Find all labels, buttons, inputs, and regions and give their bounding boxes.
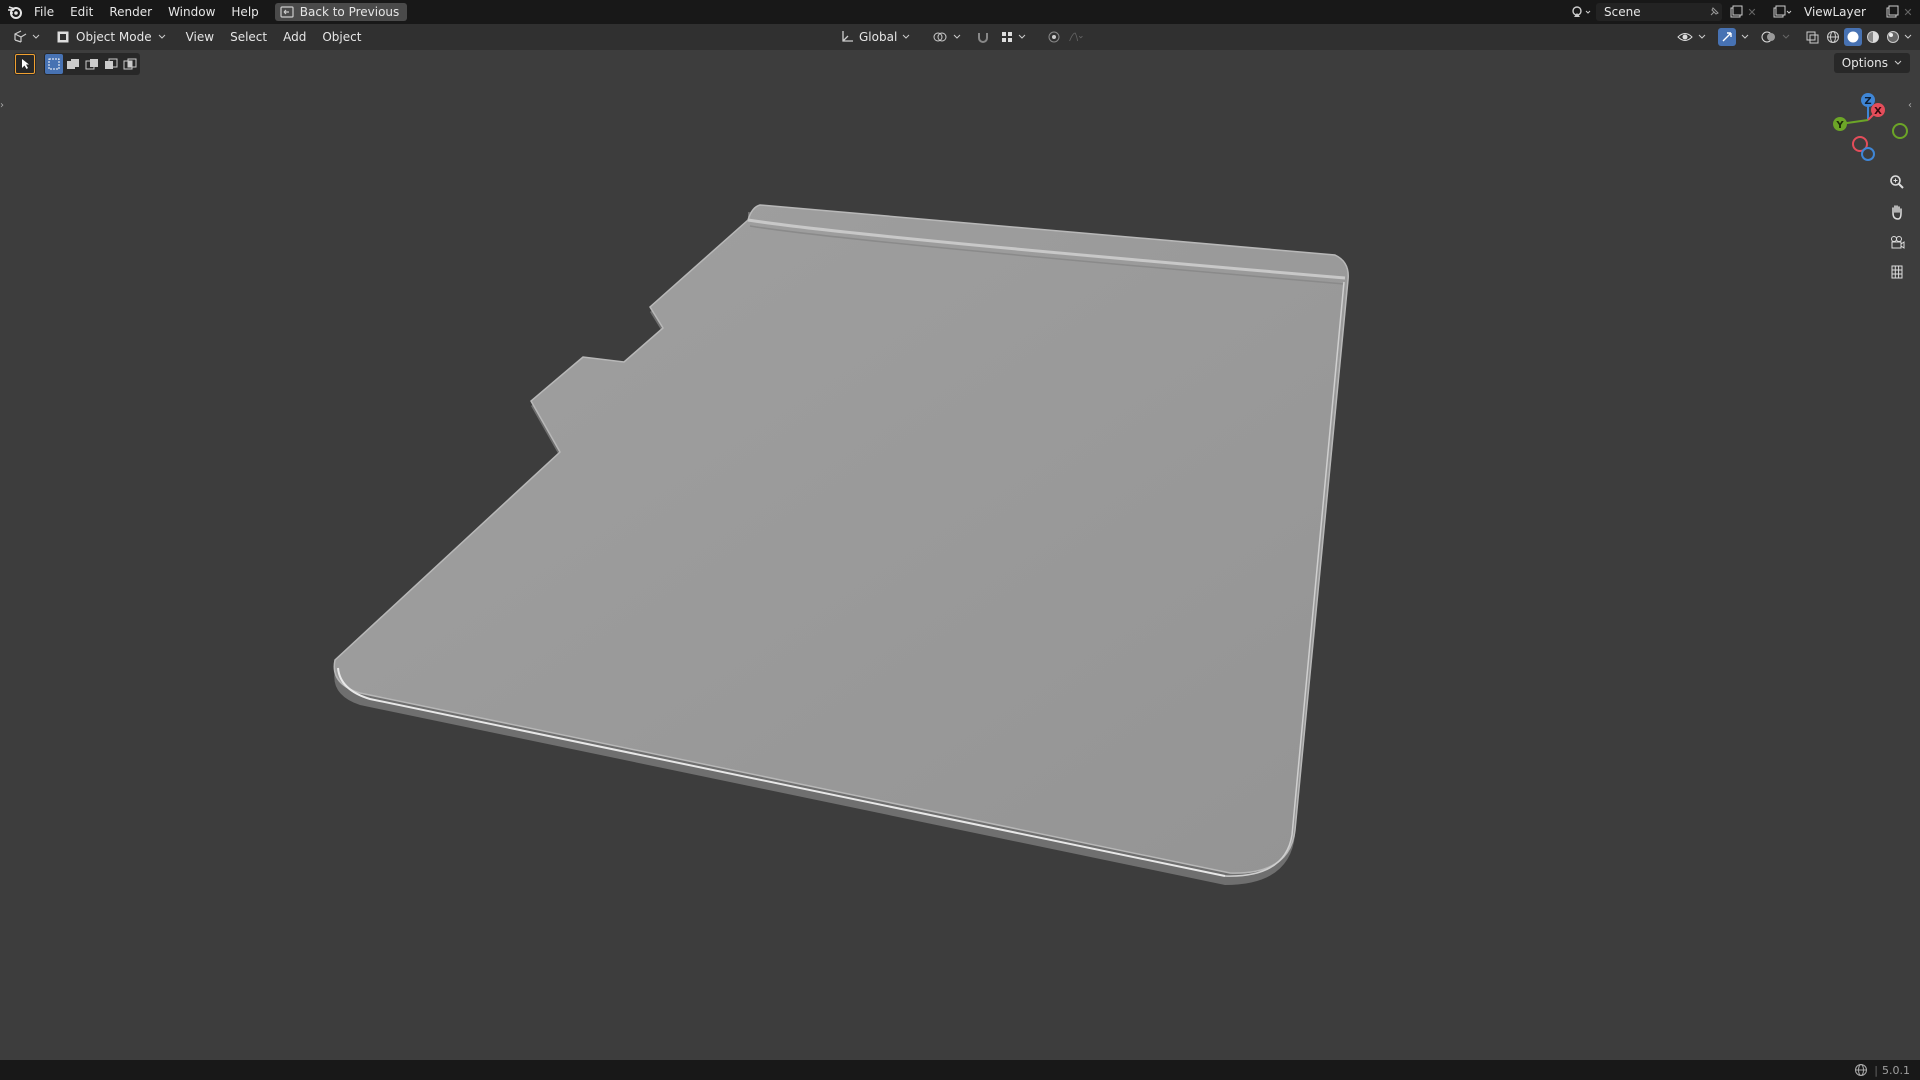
viewport-header: Object Mode View Select Add Object Globa… bbox=[0, 24, 1920, 50]
cursor-arrow-icon bbox=[22, 59, 29, 69]
wireframe-shading-icon[interactable] bbox=[1824, 28, 1842, 46]
blender-logo-icon[interactable] bbox=[4, 0, 26, 24]
chevron-down-icon bbox=[1018, 34, 1026, 39]
object-mode-label: Object Mode bbox=[76, 30, 152, 44]
delete-scene-icon[interactable]: ✕ bbox=[1744, 4, 1760, 20]
ortho-grid-icon[interactable] bbox=[1883, 258, 1911, 286]
new-scene-icon[interactable] bbox=[1728, 4, 1744, 20]
chevron-down-icon bbox=[32, 34, 40, 39]
menu-help[interactable]: Help bbox=[223, 0, 266, 24]
viewport-display-controls bbox=[1673, 24, 1912, 50]
scene-name: Scene bbox=[1604, 5, 1641, 19]
snap-grid-icon bbox=[1002, 32, 1013, 42]
chevron-down-icon[interactable] bbox=[1904, 34, 1912, 40]
version-label: 5.0.1 bbox=[1882, 1063, 1910, 1077]
snap-toggle-icon[interactable] bbox=[975, 29, 991, 45]
status-bar: | 5.0.1 bbox=[0, 1060, 1920, 1080]
proportional-edit-icon[interactable] bbox=[1046, 29, 1062, 45]
menu-render[interactable]: Render bbox=[101, 0, 160, 24]
top-bar: File Edit Render Window Help Back to Pre… bbox=[0, 0, 1920, 24]
editor-type-selector[interactable] bbox=[12, 30, 40, 44]
chevron-down-icon bbox=[902, 34, 910, 39]
select-intersect-icon[interactable] bbox=[121, 54, 139, 74]
toolbar-expand-arrow-icon[interactable]: › bbox=[0, 100, 10, 114]
delete-view-layer-icon[interactable]: ✕ bbox=[1900, 4, 1916, 20]
orientation-label: Global bbox=[859, 30, 898, 44]
back-to-previous-button[interactable]: Back to Previous bbox=[274, 3, 408, 21]
overlays-icon bbox=[1761, 31, 1775, 43]
pin-icon[interactable] bbox=[1706, 4, 1722, 20]
select-invert-icon[interactable] bbox=[102, 54, 120, 74]
selection-mode-group bbox=[44, 53, 140, 75]
select-subtract-icon[interactable] bbox=[83, 54, 101, 74]
scene-icon[interactable] bbox=[1568, 4, 1596, 20]
chevron-down-icon bbox=[1741, 34, 1749, 39]
options-dropdown[interactable]: Options bbox=[1833, 53, 1910, 73]
transform-controls: Global bbox=[836, 24, 1084, 50]
solid-shading-icon[interactable] bbox=[1844, 28, 1862, 46]
back-screen-icon bbox=[279, 4, 295, 20]
back-to-previous-label: Back to Previous bbox=[299, 5, 400, 19]
shading-mode-group bbox=[1824, 28, 1912, 46]
object-visibility-dropdown[interactable] bbox=[1673, 30, 1710, 44]
select-new-icon[interactable] bbox=[45, 54, 63, 74]
new-view-layer-icon[interactable] bbox=[1884, 4, 1900, 20]
pivot-point-dropdown[interactable] bbox=[928, 30, 965, 44]
xray-toggle-icon[interactable] bbox=[1804, 29, 1820, 45]
x-axis-label: X bbox=[1874, 106, 1882, 117]
network-globe-icon[interactable] bbox=[1854, 1063, 1868, 1077]
z-axis-label: Z bbox=[1864, 96, 1871, 107]
tool-settings-row bbox=[14, 52, 140, 76]
menu-object[interactable]: Object bbox=[314, 24, 369, 50]
view-layer-name: ViewLayer bbox=[1804, 5, 1866, 19]
transform-orientation-dropdown[interactable]: Global bbox=[836, 30, 914, 44]
neg-z-axis-handle[interactable] bbox=[1861, 147, 1875, 161]
menu-file[interactable]: File bbox=[26, 0, 62, 24]
overlays-toggle[interactable] bbox=[1757, 30, 1794, 44]
menu-add[interactable]: Add bbox=[275, 24, 314, 50]
chevron-down-icon bbox=[1782, 34, 1790, 39]
camera-view-icon[interactable] bbox=[1883, 228, 1911, 256]
view-layer-field[interactable]: ViewLayer bbox=[1796, 3, 1884, 21]
chevron-down-icon bbox=[1894, 60, 1902, 65]
neg-y-axis-handle[interactable] bbox=[1892, 123, 1908, 139]
pan-hand-icon[interactable] bbox=[1883, 198, 1911, 226]
pivot-icon bbox=[933, 32, 947, 42]
object-mode-icon bbox=[57, 31, 69, 43]
gizmo-icon bbox=[1718, 28, 1736, 46]
menu-edit[interactable]: Edit bbox=[62, 0, 101, 24]
select-extend-icon[interactable] bbox=[64, 54, 82, 74]
chevron-down-icon bbox=[158, 34, 165, 39]
menu-view[interactable]: View bbox=[178, 24, 222, 50]
status-separator: | bbox=[1874, 1063, 1878, 1077]
chevron-down-icon bbox=[953, 34, 961, 39]
menu-window[interactable]: Window bbox=[160, 0, 223, 24]
scene-name-field[interactable]: Scene bbox=[1596, 3, 1722, 21]
falloff-curve-icon[interactable] bbox=[1068, 29, 1084, 45]
options-label: Options bbox=[1841, 56, 1888, 70]
material-shading-icon[interactable] bbox=[1864, 28, 1882, 46]
object-mode-dropdown[interactable]: Object Mode bbox=[50, 27, 172, 47]
navigation-gizmo[interactable]: Z X Y bbox=[1826, 92, 1916, 166]
zoom-icon[interactable] bbox=[1883, 168, 1911, 196]
rendered-shading-icon[interactable] bbox=[1884, 28, 1902, 46]
3d-viewport-icon bbox=[14, 30, 27, 43]
top-right-area: Scene ✕ ViewLayer ✕ bbox=[1568, 0, 1920, 24]
chevron-down-icon bbox=[1698, 34, 1706, 39]
visibility-eye-icon bbox=[1677, 33, 1693, 41]
orientation-axes-icon bbox=[842, 31, 853, 42]
mesh-plate[interactable] bbox=[0, 0, 1920, 1080]
view-layer-icon[interactable] bbox=[1770, 4, 1796, 20]
menu-select[interactable]: Select bbox=[222, 24, 275, 50]
y-axis-label: Y bbox=[1835, 120, 1844, 131]
select-tool-button[interactable] bbox=[14, 53, 36, 75]
snap-target-dropdown[interactable] bbox=[997, 31, 1030, 43]
gizmo-toggle[interactable] bbox=[1714, 28, 1753, 46]
